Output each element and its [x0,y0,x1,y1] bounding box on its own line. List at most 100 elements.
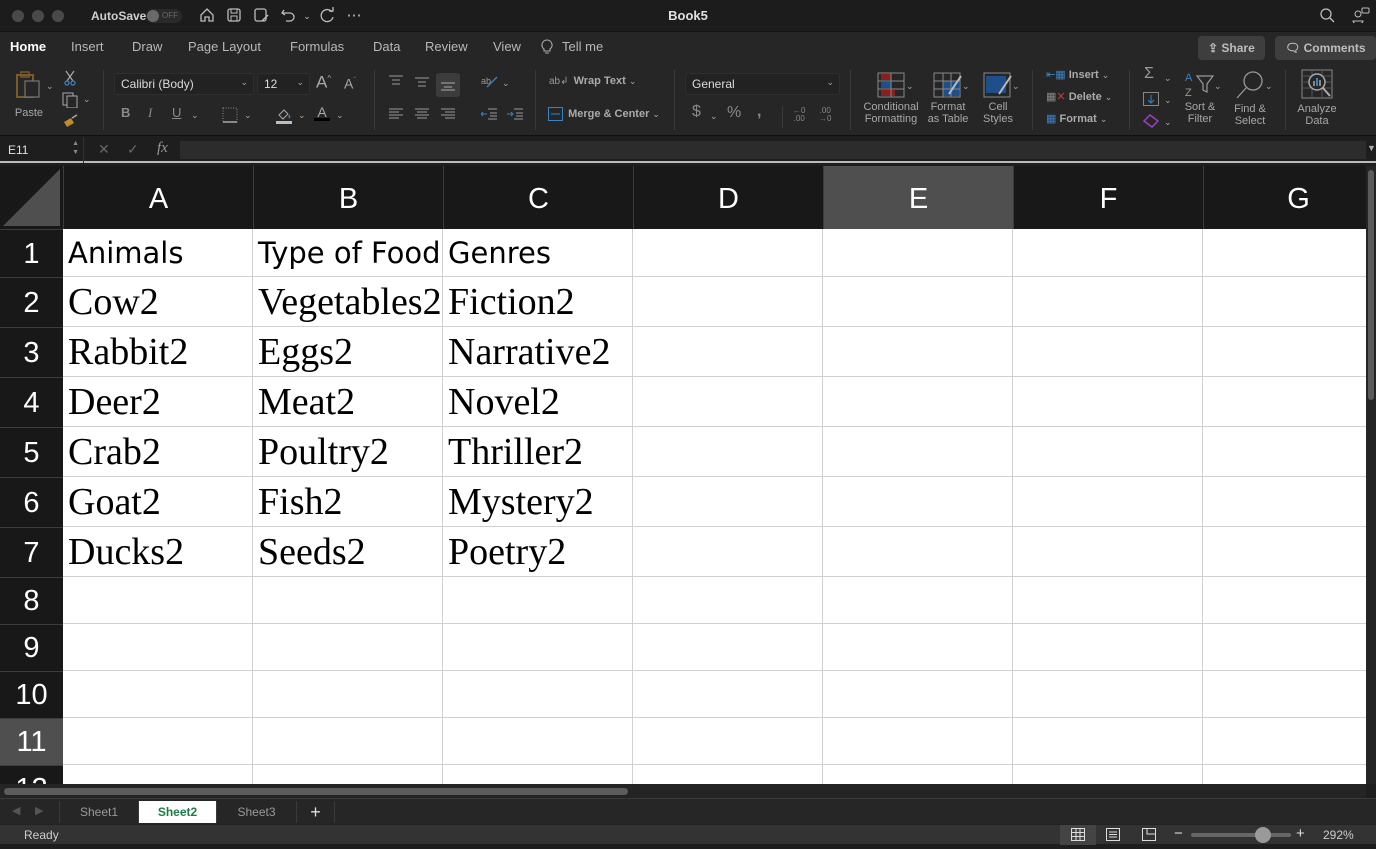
align-left-icon[interactable] [389,108,403,123]
page-break-view-button[interactable] [1142,828,1156,846]
row-header-5[interactable]: 5 [0,427,63,477]
format-cells-button[interactable]: ▦ Format ⌄ [1046,113,1107,125]
currency-icon[interactable]: $ [692,104,701,120]
comments-button[interactable]: 🗨︎ Comments [1275,36,1376,60]
cell-a3[interactable]: Rabbit2 [63,327,253,377]
analyze-data-button[interactable]: Analyze Data [1294,68,1340,127]
orientation-icon[interactable]: ab [481,73,499,92]
cell-d1[interactable] [633,229,823,277]
sort-filter-dropdown-icon[interactable]: ⌄ [1214,80,1222,92]
merge-center-button[interactable]: Merge & Center ⌄ [548,107,660,121]
cell-c5[interactable]: Thriller2 [443,427,633,477]
cell-g10[interactable] [1203,671,1366,718]
cell-e11[interactable] [823,718,1013,765]
increase-indent-icon[interactable] [507,108,523,123]
sheet-tab-sheet3[interactable]: Sheet3 [217,801,297,823]
vertical-scroll-thumb[interactable] [1368,170,1374,400]
align-middle-icon[interactable] [415,75,429,90]
cell-e3[interactable] [823,327,1013,377]
cs-dropdown-icon[interactable]: ⌄ [1012,80,1020,92]
tab-view[interactable]: View [493,39,521,54]
cell-d5[interactable] [633,427,823,477]
copy-dropdown-icon[interactable]: ⌄ [83,93,91,105]
search-icon[interactable] [1318,7,1336,25]
cell-d2[interactable] [633,277,823,327]
row-header-2[interactable]: 2 [0,277,63,327]
cell-f11[interactable] [1013,718,1203,765]
cell-b5[interactable]: Poultry2 [253,427,443,477]
cell-b12[interactable] [253,765,443,784]
row-header-10[interactable]: 10 [0,671,63,718]
borders-icon[interactable] [222,107,238,126]
cell-d6[interactable] [633,477,823,527]
cell-c7[interactable]: Poetry2 [443,527,633,577]
cell-g2[interactable] [1203,277,1366,327]
row-header-1[interactable]: 1 [0,229,63,277]
fill-icon[interactable] [1143,92,1159,109]
find-select-button[interactable]: Find & Select [1228,70,1272,127]
cell-g8[interactable] [1203,577,1366,624]
cell-c4[interactable]: Novel2 [443,377,633,427]
underline-icon[interactable]: U [172,106,181,119]
font-color-dropdown-icon[interactable]: ⌄ [336,109,344,121]
cell-d10[interactable] [633,671,823,718]
expand-formula-bar-icon[interactable]: ▼ [1367,143,1376,153]
cell-b8[interactable] [253,577,443,624]
cell-g7[interactable] [1203,527,1366,577]
paste-button[interactable]: Paste [14,70,44,119]
cell-a5[interactable]: Crab2 [63,427,253,477]
borders-dropdown-icon[interactable]: ⌄ [244,109,252,121]
cell-f6[interactable] [1013,477,1203,527]
cell-g5[interactable] [1203,427,1366,477]
autosum-dropdown-icon[interactable]: ⌄ [1164,72,1172,84]
font-size-select[interactable]: 12 ⌄ [257,73,310,95]
cell-b2[interactable]: Vegetables2 [253,277,443,327]
zoom-out-button[interactable]: − [1174,825,1183,842]
row-header-12[interactable]: 12 [0,765,63,784]
cell-c2[interactable]: Fiction2 [443,277,633,327]
cell-b4[interactable]: Meat2 [253,377,443,427]
spreadsheet-grid[interactable]: A B C D E F G 1 Animals Type of Food Genres 2 Cow2 Ve… [0,166,1366,784]
cell-d4[interactable] [633,377,823,427]
cut-icon[interactable] [63,70,77,89]
page-layout-view-button[interactable] [1106,828,1120,846]
zoom-in-button[interactable]: + [1296,825,1305,842]
cell-d11[interactable] [633,718,823,765]
row-header-4[interactable]: 4 [0,377,63,427]
row-header-6[interactable]: 6 [0,477,63,527]
percent-icon[interactable]: % [727,105,741,121]
zoom-slider[interactable] [1191,827,1291,843]
align-top-icon[interactable] [389,75,403,90]
cell-b6[interactable]: Fish2 [253,477,443,527]
cell-c6[interactable]: Mystery2 [443,477,633,527]
cell-c9[interactable] [443,624,633,671]
delete-cells-button[interactable]: ▦✕ Delete ⌄ [1046,91,1112,103]
cell-d8[interactable] [633,577,823,624]
fill-color-dropdown-icon[interactable]: ⌄ [298,109,306,121]
cell-c11[interactable] [443,718,633,765]
add-sheet-button[interactable]: + [297,801,335,823]
cell-a12[interactable] [63,765,253,784]
cell-e12[interactable] [823,765,1013,784]
column-header-c[interactable]: C [443,166,633,229]
cell-g6[interactable] [1203,477,1366,527]
cell-f10[interactable] [1013,671,1203,718]
cell-c12[interactable] [443,765,633,784]
cell-d9[interactable] [633,624,823,671]
share-button[interactable]: ⇪ Share [1198,36,1265,60]
cell-a2[interactable]: Cow2 [63,277,253,327]
cell-a11[interactable] [63,718,253,765]
font-color-icon[interactable]: A [314,105,330,121]
name-box[interactable]: E11 ▲ ▼ [0,137,84,163]
underline-dropdown-icon[interactable]: ⌄ [191,109,199,121]
cell-e8[interactable] [823,577,1013,624]
vertical-scrollbar[interactable] [1366,166,1376,784]
column-header-d[interactable]: D [633,166,823,229]
row-header-8[interactable]: 8 [0,577,63,624]
cell-f4[interactable] [1013,377,1203,427]
tell-me-search[interactable]: Tell me [562,39,603,54]
cell-e7[interactable] [823,527,1013,577]
tab-home[interactable]: Home [10,39,47,65]
number-format-select[interactable]: General ⌄ [685,73,840,95]
insert-function-icon[interactable]: fx [157,140,168,157]
